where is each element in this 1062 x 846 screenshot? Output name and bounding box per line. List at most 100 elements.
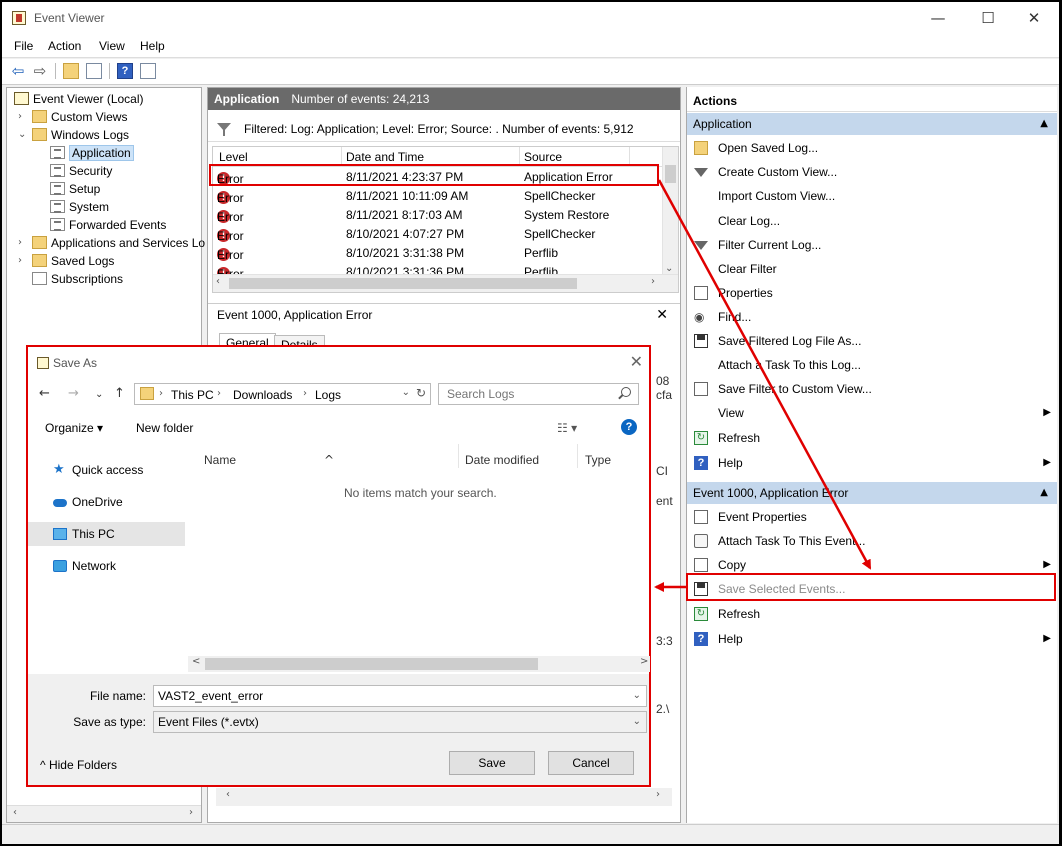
show-hide-action-pane-icon[interactable] [140,63,156,79]
new-folder-button[interactable]: New folder [136,421,193,435]
refresh-icon[interactable]: ↻ [416,386,426,400]
close-icon[interactable]: ✕ [630,352,643,371]
up-folder-icon[interactable] [63,63,79,79]
tree-item-windows-logs[interactable]: ⌄ Windows Logs [18,126,129,144]
action-help-event[interactable]: ? Help ▶ [687,629,1057,649]
action-attach-task-to-event[interactable]: Attach Task To This Event... [687,531,1057,551]
action-attach-task-to-log[interactable]: Attach a Task To this Log... [687,355,1057,375]
nav-item-network[interactable]: Network [28,554,185,578]
scroll-right-icon[interactable]: > [640,656,648,667]
action-properties[interactable]: Properties [687,283,1057,303]
action-event-properties[interactable]: Event Properties [687,507,1057,527]
chevron-down-icon[interactable]: ⌄ [633,712,641,732]
table-row[interactable]: ! Error 8/11/2021 10:11:09 AM SpellChecke… [213,187,663,206]
tree-item-setup[interactable]: Setup [50,180,100,198]
menu-view[interactable]: View [99,39,125,53]
scroll-left-icon[interactable]: ‹ [13,807,17,818]
breadcrumb-this-pc[interactable]: This PC [171,388,214,402]
menu-help[interactable]: Help [140,39,165,53]
table-row[interactable]: ! Error 8/11/2021 4:23:37 PM Application … [213,168,663,187]
hide-folders-toggle[interactable]: ^ Hide Folders [40,758,117,772]
menu-file[interactable]: File [14,39,33,53]
action-refresh-event[interactable]: ↻ Refresh [687,604,1057,624]
column-source[interactable]: Source [524,150,562,164]
forward-icon[interactable]: ⇨ [30,62,50,80]
action-save-filter-to-custom-view[interactable]: Save Filter to Custom View... [687,379,1057,399]
action-save-filtered-log-file[interactable]: Save Filtered Log File As... [687,331,1057,351]
tree-item-subscriptions[interactable]: Subscriptions [32,270,123,288]
save-as-type-select[interactable]: Event Files (*.evtx) ⌄ [153,711,647,733]
action-view[interactable]: View ▶ [687,403,1057,423]
scroll-left-icon[interactable]: ‹ [216,276,220,287]
view-options-icon[interactable]: ☷ ▾ [557,421,577,435]
recent-locations-icon[interactable]: ⌄ [95,389,103,400]
column-name[interactable]: Name [204,453,236,467]
action-refresh[interactable]: ↻ Refresh [687,428,1057,448]
action-open-saved-log[interactable]: Open Saved Log... [687,138,1057,158]
events-vertical-scrollbar[interactable]: ⌄ [662,147,678,274]
tree-item-application[interactable]: Application [50,144,134,162]
file-name-combobox[interactable]: ⌄ [153,685,647,707]
scroll-right-icon[interactable]: › [189,807,193,818]
tree-item-custom-views[interactable]: › Custom Views [18,108,127,126]
help-icon[interactable]: ? [621,419,637,435]
actions-section-application[interactable]: Application ▲ [687,113,1057,135]
actions-section-event[interactable]: Event 1000, Application Error ▲ [687,482,1057,504]
tree-item-system[interactable]: System [50,198,109,216]
tree-item-security[interactable]: Security [50,162,112,180]
scrollbar-thumb[interactable] [205,658,538,670]
close-icon[interactable]: ✕ [656,304,668,326]
nav-item-onedrive[interactable]: OneDrive [28,490,185,514]
action-clear-filter[interactable]: Clear Filter [687,259,1057,279]
forward-arrow-icon[interactable]: → [68,386,79,401]
scroll-right-icon[interactable]: › [651,276,655,287]
action-copy[interactable]: Copy ▶ [687,555,1057,575]
chevron-right-icon[interactable]: › [18,234,30,252]
menu-action[interactable]: Action [48,39,81,53]
column-divider[interactable] [577,444,578,468]
search-icon[interactable] [621,387,631,397]
show-hide-tree-icon[interactable] [86,63,102,79]
table-row[interactable]: ! Error 8/10/2021 4:07:27 PM SpellChecker [213,225,663,244]
tree-item-applications-and-services[interactable]: › Applications and Services Lo [18,234,205,252]
action-create-custom-view[interactable]: Create Custom View... [687,162,1057,182]
action-filter-current-log[interactable]: Filter Current Log... [687,235,1057,255]
scrollbar-thumb[interactable] [665,165,676,183]
collapse-icon[interactable]: ▲ [1040,482,1048,504]
up-arrow-icon[interactable]: ↑ [114,386,125,401]
action-import-custom-view[interactable]: Import Custom View... [687,186,1057,206]
file-name-field[interactable] [158,686,618,706]
column-divider[interactable] [519,147,520,167]
scroll-right-icon[interactable]: › [656,789,660,800]
scroll-down-icon[interactable]: ⌄ [665,263,673,274]
action-help[interactable]: ? Help ▶ [687,453,1057,473]
breadcrumb-logs[interactable]: Logs [315,388,341,402]
chevron-down-icon[interactable]: ⌄ [18,126,30,144]
chevron-right-icon[interactable]: › [18,108,30,126]
breadcrumb-downloads[interactable]: Downloads [233,388,292,402]
tree-item-saved-logs[interactable]: › Saved Logs [18,252,114,270]
cancel-button[interactable]: Cancel [548,751,634,775]
nav-item-quick-access[interactable]: ★ Quick access [28,458,185,482]
back-arrow-icon[interactable]: ← [39,386,50,401]
action-find[interactable]: ◉ Find... [687,307,1057,327]
address-bar[interactable]: › This PC › Downloads › Logs ⌄ ↻ [134,383,431,405]
nav-item-this-pc[interactable]: This PC [28,522,185,546]
column-date-modified[interactable]: Date modified [465,453,539,467]
minimize-button[interactable]: — [915,2,961,34]
tree-item-forwarded-events[interactable]: Forwarded Events [50,216,166,234]
scrollbar-thumb[interactable] [229,278,577,289]
chevron-down-icon[interactable]: ⌄ [402,387,410,398]
table-row[interactable]: ! Error 8/10/2021 3:31:38 PM Perflib [213,244,663,263]
search-box[interactable] [438,383,639,405]
column-divider[interactable] [341,147,342,167]
scroll-left-icon[interactable]: < [192,656,200,667]
action-save-selected-events[interactable]: Save Selected Events... [687,579,1057,599]
chevron-down-icon[interactable]: ⌄ [633,686,641,706]
file-list-horizontal-scrollbar[interactable]: < > [188,656,650,672]
column-date-and-time[interactable]: Date and Time [346,150,424,164]
collapse-icon[interactable]: ▲ [1040,113,1048,135]
organize-menu[interactable]: Organize ▾ [45,421,103,435]
back-icon[interactable]: ⇦ [8,62,28,80]
event-horizontal-scrollbar[interactable]: ‹ › [216,788,672,806]
